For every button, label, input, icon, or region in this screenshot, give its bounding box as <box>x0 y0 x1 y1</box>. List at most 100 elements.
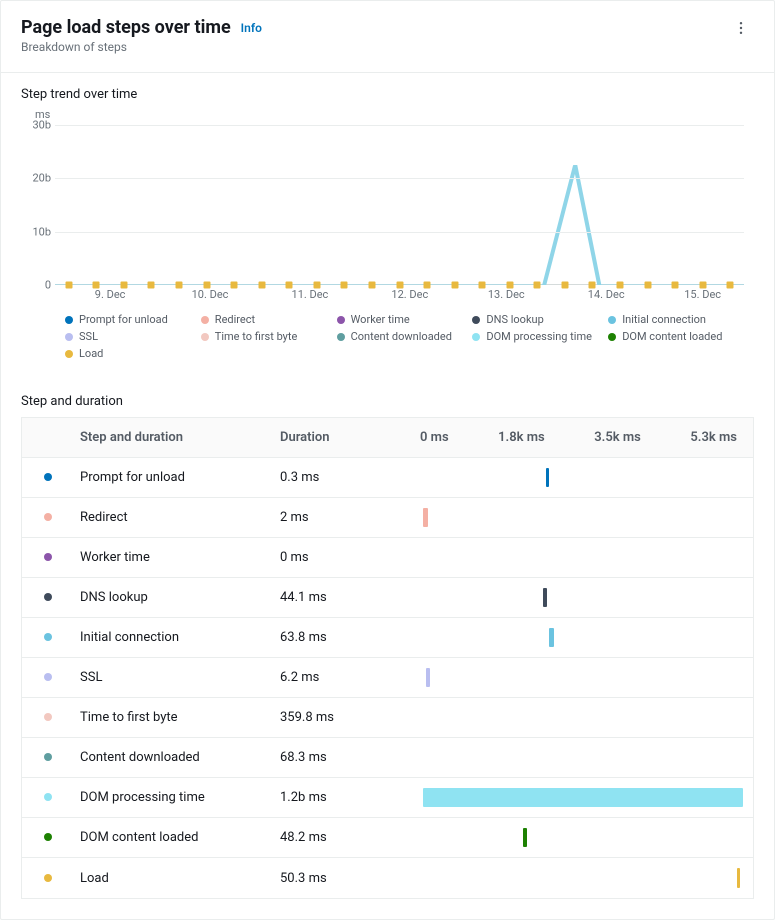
row-bar-cell <box>420 858 753 898</box>
legend-swatch <box>472 316 480 324</box>
table-row[interactable]: Load50.3 ms <box>22 858 753 898</box>
legend-label: Worker time <box>351 313 410 326</box>
row-step-label: DOM content loaded <box>80 830 280 845</box>
chart-point-marker <box>368 282 375 289</box>
legend-item[interactable]: Redirect <box>201 313 337 326</box>
chart-point-marker <box>727 282 734 289</box>
panel-title: Page load steps over time <box>21 17 231 38</box>
row-color-dot <box>44 833 52 841</box>
table-row[interactable]: Worker time0 ms <box>22 538 753 578</box>
row-duration: 50.3 ms <box>280 871 420 886</box>
x-tick-label: 14. Dec <box>588 288 625 301</box>
legend-item[interactable]: Prompt for unload <box>65 313 201 326</box>
row-bar-cell <box>420 658 753 697</box>
row-duration: 63.8 ms <box>280 630 420 645</box>
legend-item[interactable]: Initial connection <box>608 313 744 326</box>
legend-item[interactable]: Time to first byte <box>201 330 337 343</box>
trend-chart[interactable]: 010b20b30b9. Dec10. Dec11. Dec12. Dec13.… <box>55 125 744 285</box>
bar-scale-tick: 0 ms <box>420 430 449 445</box>
row-bar-cell <box>420 698 753 737</box>
table-row[interactable]: Initial connection63.8 ms <box>22 618 753 658</box>
legend-item[interactable]: DOM content loaded <box>608 330 744 343</box>
x-tick-label: 15. Dec <box>684 288 721 301</box>
table-row[interactable]: Redirect2 ms <box>22 498 753 538</box>
info-link[interactable]: Info <box>241 21 262 35</box>
y-tick-label: 20b <box>21 172 51 185</box>
row-duration: 2 ms <box>280 510 420 525</box>
grid-line <box>55 178 744 179</box>
legend-swatch <box>608 333 616 341</box>
step-duration-table: Step and duration Duration 0 ms1.8k ms3.… <box>21 417 754 899</box>
legend-item[interactable]: SSL <box>65 330 201 343</box>
panel-subtitle: Breakdown of steps <box>21 40 262 54</box>
chart-point-marker <box>258 282 265 289</box>
row-color-dot <box>44 793 52 801</box>
row-color-dot <box>44 593 52 601</box>
row-bar-cell <box>420 778 753 817</box>
row-duration: 48.2 ms <box>280 830 420 845</box>
chart-point-marker <box>148 282 155 289</box>
page-load-panel: Page load steps over time Info Breakdown… <box>0 0 775 920</box>
legend-label: Initial connection <box>622 313 706 326</box>
table-row[interactable]: Prompt for unload0.3 ms <box>22 458 753 498</box>
row-duration: 44.1 ms <box>280 590 420 605</box>
row-duration: 359.8 ms <box>280 710 420 725</box>
grid-line <box>55 232 744 233</box>
legend-item[interactable]: Content downloaded <box>337 330 473 343</box>
legend-label: Prompt for unload <box>79 313 168 326</box>
legend-item[interactable]: DNS lookup <box>472 313 608 326</box>
x-tick-label: 10. Dec <box>192 288 229 301</box>
duration-bar <box>423 508 428 527</box>
row-duration: 0.3 ms <box>280 470 420 485</box>
row-color-dot <box>44 753 52 761</box>
chart-point-marker <box>451 282 458 289</box>
row-duration: 1.2b ms <box>280 790 420 805</box>
duration-bar <box>549 628 554 647</box>
row-color-dot <box>44 633 52 641</box>
legend-swatch <box>472 333 480 341</box>
x-tick-label: 13. Dec <box>488 288 525 301</box>
duration-bar <box>737 868 740 888</box>
duration-bar <box>423 788 743 807</box>
legend-item[interactable]: Load <box>65 347 201 360</box>
row-step-label: Time to first byte <box>80 710 280 725</box>
more-actions-button[interactable] <box>728 17 754 39</box>
duration-bar <box>543 588 547 607</box>
y-axis-unit: ms <box>35 108 754 121</box>
row-bar-cell <box>420 498 753 537</box>
table-row[interactable]: SSL6.2 ms <box>22 658 753 698</box>
legend-swatch <box>337 333 345 341</box>
chart-point-marker <box>561 282 568 289</box>
table-row[interactable]: DOM processing time1.2b ms <box>22 778 753 818</box>
row-step-label: DNS lookup <box>80 590 280 605</box>
chart-section-title: Step trend over time <box>21 87 754 102</box>
chart-section: Step trend over time ms 010b20b30b9. Dec… <box>1 73 774 380</box>
row-step-label: Load <box>80 871 280 886</box>
bar-scale-tick: 5.3k ms <box>690 430 737 445</box>
legend-item[interactable]: Worker time <box>337 313 473 326</box>
legend-label: Load <box>79 347 103 360</box>
legend-label: SSL <box>79 330 98 343</box>
row-step-label: Initial connection <box>80 630 280 645</box>
col-header-step[interactable]: Step and duration <box>80 422 280 453</box>
panel-header-left: Page load steps over time Info Breakdown… <box>21 17 262 54</box>
row-color-dot <box>44 673 52 681</box>
row-bar-cell <box>420 618 753 657</box>
chart-point-marker <box>644 282 651 289</box>
col-header-duration[interactable]: Duration <box>280 422 420 453</box>
chart-point-marker <box>479 282 486 289</box>
panel-header: Page load steps over time Info Breakdown… <box>1 1 774 73</box>
duration-bar <box>523 828 526 847</box>
y-tick-label: 10b <box>21 225 51 238</box>
table-row[interactable]: Time to first byte359.8 ms <box>22 698 753 738</box>
chart-point-marker <box>176 282 183 289</box>
legend-item[interactable]: DOM processing time <box>472 330 608 343</box>
more-vertical-icon <box>734 21 748 35</box>
legend-swatch <box>65 316 73 324</box>
bar-scale-tick: 1.8k ms <box>498 430 545 445</box>
table-row[interactable]: Content downloaded68.3 ms <box>22 738 753 778</box>
table-row[interactable]: DOM content loaded48.2 ms <box>22 818 753 858</box>
row-step-label: Redirect <box>80 510 280 525</box>
row-color-dot <box>44 513 52 521</box>
table-row[interactable]: DNS lookup44.1 ms <box>22 578 753 618</box>
